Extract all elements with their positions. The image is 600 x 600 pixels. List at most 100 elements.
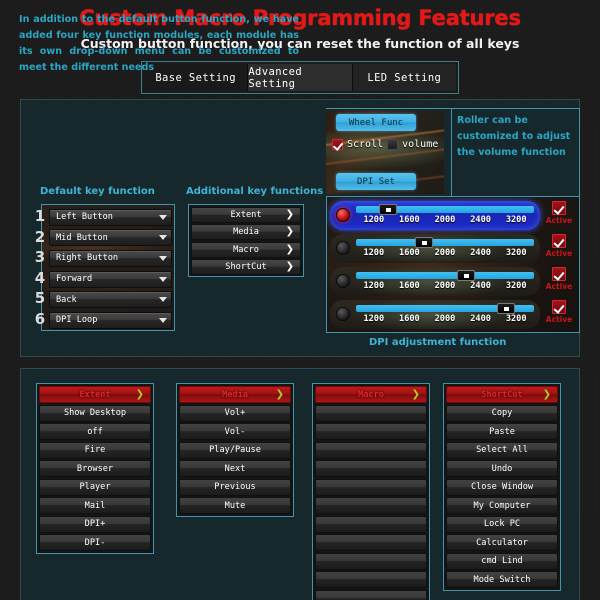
menu-item[interactable]: Select All [446,441,558,459]
dpi-tick: 3200 [505,247,527,258]
key-number: 2 [34,227,46,246]
key-dropdown-5[interactable]: Back [49,291,172,309]
menu-item[interactable]: Paste [446,423,558,440]
additional-key-functions-list: Extent ❯ Media ❯ Macro ❯ ShortCut ❯ [188,204,304,277]
chevron-right-icon: ❯ [135,388,144,400]
menu-header-extent[interactable]: Extent ❯ [39,386,151,403]
dpi-tick: 1600 [399,214,420,225]
menu-item[interactable]: Show Desktop [39,404,151,422]
dpi-slider-knob[interactable] [379,203,398,215]
menu-item[interactable]: Close Window [446,478,558,496]
dpi-slider-knob[interactable] [457,269,476,281]
dpi-tick: 1200 [363,313,385,324]
menu-item[interactable]: Copy [446,404,558,422]
menu-item[interactable]: Mute [179,497,291,514]
menu-item[interactable] [315,515,427,533]
active-checkbox[interactable] [552,200,566,215]
tab-led-setting[interactable]: LED Setting [352,64,456,91]
key-dropdown-2[interactable]: Mid Button [49,229,172,247]
key-dropdown-3[interactable]: Right Button [49,249,172,267]
active-checkbox[interactable] [552,233,566,248]
menu-item-label: Paste [489,426,515,437]
dpi-tick: 2400 [470,214,491,225]
menu-item[interactable] [315,571,427,588]
menu-item[interactable] [315,552,427,570]
menu-item[interactable]: Previous [179,478,291,496]
active-checkbox[interactable] [552,299,566,314]
menu-item[interactable] [315,589,427,600]
menu-item[interactable]: My Computer [446,497,558,514]
key-dropdown-4[interactable]: Forward [49,270,172,288]
key-dropdown-6[interactable]: DPI Loop [49,311,172,329]
key-dropdown-value: Right Button [56,253,119,264]
dpi-slider-list: 1200 1600 2000 2400 3200 Active 1200 160… [326,196,580,333]
additional-function-shortcut[interactable]: ShortCut ❯ [191,259,301,276]
menu-item[interactable]: Browser [39,460,151,477]
dpi-set-label: DPI Set [357,176,395,187]
menu-item[interactable]: Play/Pause [179,441,291,459]
menu-item-label: Show Desktop [63,408,127,418]
menu-item[interactable]: DPI- [39,534,151,551]
key-dropdown-value: Back [56,294,77,305]
menu-item[interactable]: Mode Switch [446,571,558,588]
menu-item[interactable] [315,534,427,551]
key-dropdown-1[interactable]: Left Button [49,208,172,226]
dpi-track: 1200 1600 2000 2400 3200 [330,200,540,230]
dpi-slider-3[interactable]: 1200 1600 2000 2400 3200 [356,269,534,292]
menu-item[interactable]: off [39,423,151,440]
dpi-active-toggle-4[interactable]: Active [542,299,576,329]
dpi-slider-knob[interactable] [414,236,433,248]
menu-item[interactable] [315,423,427,440]
dpi-slider-knob[interactable] [496,302,515,314]
chevron-right-icon: ❯ [285,226,294,238]
menu-item[interactable]: Calculator [446,534,558,551]
menu-item[interactable] [315,478,427,496]
key-dropdown-value: Mid Button [56,232,108,243]
wheel-func-button[interactable]: Wheel Func [336,114,416,131]
menu-header-shortcut[interactable]: ShortCut ❯ [446,386,558,403]
menu-item-label: Mode Switch [473,574,531,585]
dpi-active-toggle-1[interactable]: Active [542,200,576,230]
menu-header-macro[interactable]: Macro ❯ [315,386,427,403]
menu-item[interactable] [315,404,427,422]
dpi-tick: 2000 [434,247,456,258]
dpi-set-button[interactable]: DPI Set [336,173,416,190]
additional-function-extent[interactable]: Extent ❯ [191,207,301,223]
additional-function-label: Macro [233,244,259,255]
scroll-checkbox[interactable] [332,139,343,150]
menu-column-extent: Extent ❯ Show Desktop off Fire Browser P… [36,383,154,554]
dpi-slider-4[interactable]: 1200 1600 2000 2400 3200 [356,302,534,325]
menu-item[interactable]: Vol+ [179,404,291,422]
active-checkbox[interactable] [552,266,566,281]
menu-item-label: Fire [84,445,106,455]
menu-item-label: Next [224,463,246,474]
additional-function-media[interactable]: Media ❯ [191,224,301,241]
menu-item[interactable]: Lock PC [446,515,558,533]
app-root: Custom Macro Programming Features Custom… [0,0,600,600]
menu-item[interactable]: Undo [446,460,558,477]
menu-item[interactable]: Fire [39,441,151,459]
volume-label: volume [402,139,439,150]
menu-item[interactable]: Mail [39,497,151,514]
scroll-label: Scroll [347,139,384,150]
chevron-down-icon [155,255,171,261]
dpi-track: 1200 1600 2000 2400 3200 [330,299,540,329]
menu-item[interactable]: Vol- [179,423,291,440]
volume-checkbox[interactable] [387,139,399,150]
menu-item[interactable]: cmd Lind [446,552,558,570]
menu-item[interactable] [315,460,427,477]
menu-header-media[interactable]: Media ❯ [179,386,291,403]
menu-item[interactable]: DPI+ [39,515,151,533]
dpi-slider-1[interactable]: 1200 1600 2000 2400 3200 [356,203,534,226]
dpi-active-toggle-2[interactable]: Active [542,233,576,263]
menu-item[interactable] [315,441,427,459]
menu-item[interactable]: Next [179,460,291,477]
additional-function-macro[interactable]: Macro ❯ [191,241,301,258]
dpi-active-toggle-3[interactable]: Active [542,266,576,296]
menu-item[interactable] [315,497,427,514]
menu-item-label: Close Window [470,482,534,492]
menu-item[interactable]: Player [39,478,151,496]
wheel-mode-options: Scroll volume [332,139,438,150]
chevron-down-icon [155,317,171,323]
dpi-slider-2[interactable]: 1200 1600 2000 2400 3200 [356,236,534,259]
